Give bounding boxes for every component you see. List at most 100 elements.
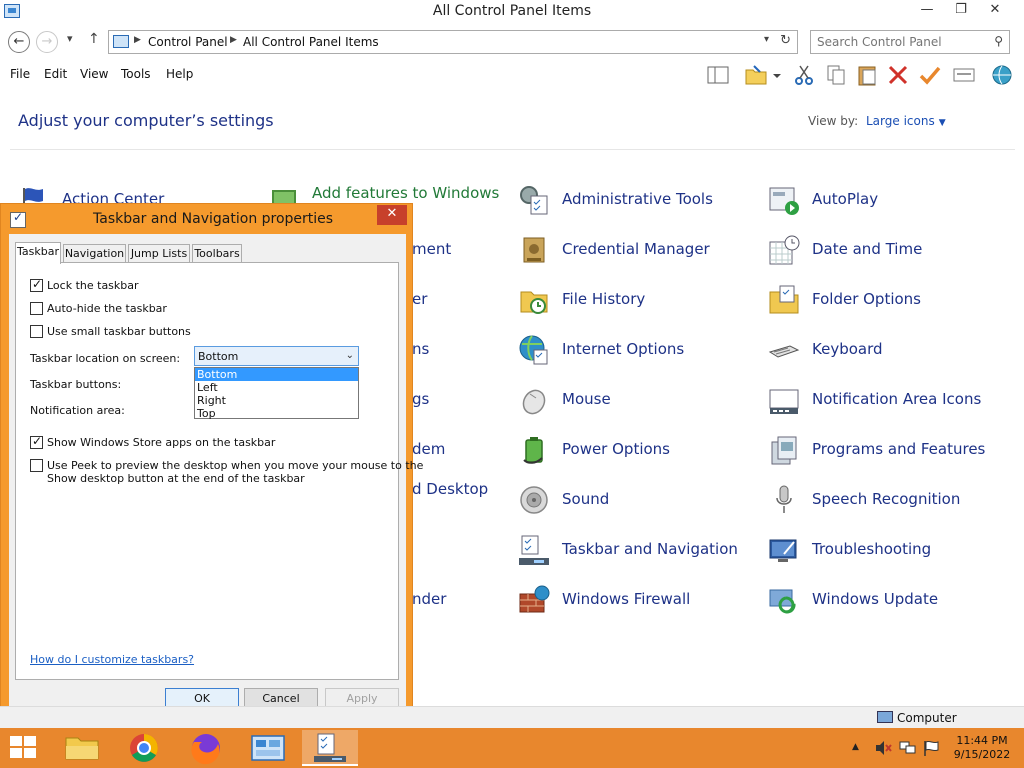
tab-jump-lists[interactable]: Jump Lists: [128, 244, 190, 263]
triangle-down-icon: ▼: [938, 118, 946, 128]
menu-help[interactable]: Help: [166, 67, 193, 81]
refresh-icon[interactable]: ↻: [780, 33, 791, 48]
view-by-value: Large icons: [866, 114, 935, 128]
dialog-body: Taskbar Navigation Jump Lists Toolbars L…: [9, 234, 423, 717]
firewall-icon: [519, 585, 550, 613]
taskbar-tab-pane: Lock the taskbar Auto-hide the taskbar U…: [15, 262, 423, 680]
item-label: Troubleshooting: [812, 540, 932, 558]
folder-options-icon: [769, 285, 799, 314]
folder-properties-icon[interactable]: [744, 64, 768, 86]
breadcrumb-separator[interactable]: ▶: [134, 35, 141, 45]
taskbar-properties-icon: [10, 210, 26, 228]
help-link[interactable]: How do I customize taskbars?: [30, 653, 194, 666]
breadcrumb-separator[interactable]: ▶: [230, 35, 237, 45]
checkmark-icon[interactable]: [918, 64, 942, 86]
forward-button[interactable]: →: [36, 31, 58, 53]
search-icon[interactable]: ⚲: [994, 34, 1003, 48]
chevron-down-icon[interactable]: [770, 64, 784, 86]
tab-taskbar[interactable]: Taskbar: [15, 242, 61, 264]
clock[interactable]: 11:44 PM 9/15/2022: [950, 734, 1014, 762]
delete-icon[interactable]: [886, 64, 910, 86]
item-label: nder: [412, 590, 447, 608]
taskbar-icon: [519, 535, 549, 565]
globe-icon: [519, 335, 548, 365]
location-select[interactable]: Bottom ⌄: [194, 346, 359, 366]
taskbar: ▲ 11:44 PM 9/15/2022: [0, 728, 1024, 768]
menu-view[interactable]: View: [80, 67, 108, 81]
taskbar-taskbar-properties[interactable]: [302, 730, 358, 766]
keyboard-icon: [768, 345, 800, 358]
menu-tools[interactable]: Tools: [121, 67, 151, 81]
tab-toolbars[interactable]: Toolbars: [192, 244, 242, 263]
item-label: Windows Firewall: [562, 590, 691, 608]
firefox-icon: [191, 734, 220, 765]
checkbox-box[interactable]: [30, 325, 43, 338]
location-label: Taskbar location on screen:: [30, 352, 181, 365]
up-button[interactable]: ↑: [88, 31, 100, 47]
status-bar: Computer: [0, 706, 1024, 728]
option-left[interactable]: Left: [195, 381, 358, 394]
window-title-bar[interactable]: All Control Panel Items — ❐ ✕: [0, 0, 1024, 24]
start-button[interactable]: [10, 736, 38, 760]
cut-icon[interactable]: [792, 64, 816, 86]
recent-locations-dropdown[interactable]: ▾: [67, 32, 73, 45]
view-by-label: View by:: [808, 114, 859, 128]
calendar-clock-icon: [769, 235, 800, 265]
properties-icon[interactable]: [952, 64, 976, 86]
restore-button[interactable]: ❐: [946, 0, 976, 22]
status-location: Computer: [897, 711, 957, 725]
option-right[interactable]: Right: [195, 394, 358, 407]
checkbox-box[interactable]: [30, 434, 43, 449]
speaker-icon: [520, 486, 548, 514]
copy-icon[interactable]: [824, 64, 848, 86]
notification-area-label: Notification area:: [30, 404, 125, 417]
breadcrumb-all-items[interactable]: All Control Panel Items: [243, 35, 379, 49]
globe-icon[interactable]: [990, 64, 1014, 86]
item-label: AutoPlay: [812, 190, 879, 208]
layout-pane-icon[interactable]: [706, 64, 730, 86]
taskbar-icon: [314, 733, 346, 762]
back-button[interactable]: ←: [8, 31, 30, 53]
address-bar[interactable]: ▶ Control Panel ▶ All Control Panel Item…: [108, 30, 798, 54]
volume-muted-icon[interactable]: [874, 740, 892, 756]
windows-logo-icon: [24, 748, 36, 758]
chevron-down-icon[interactable]: ▾: [764, 34, 769, 45]
menu-file[interactable]: File: [10, 67, 30, 81]
taskbar-chrome[interactable]: [116, 730, 172, 766]
clock-date: 9/15/2022: [953, 748, 1011, 761]
windows-logo-icon: [10, 736, 22, 746]
show-hidden-icons-button[interactable]: ▲: [852, 742, 859, 752]
checkbox-box[interactable]: [30, 277, 43, 292]
checkbox-label: Auto-hide the taskbar: [47, 302, 167, 315]
taskbar-control-panel[interactable]: [240, 730, 296, 766]
close-window-button[interactable]: ✕: [980, 0, 1010, 22]
option-bottom[interactable]: Bottom: [195, 368, 358, 381]
breadcrumb-control-panel[interactable]: Control Panel: [148, 35, 228, 49]
notification-icon: [769, 389, 799, 414]
network-icon[interactable]: [898, 740, 916, 756]
item-label: ment: [412, 240, 452, 258]
checkbox-box[interactable]: [30, 302, 43, 315]
paste-icon[interactable]: [856, 64, 880, 86]
search-input[interactable]: [817, 35, 987, 49]
option-top[interactable]: Top: [195, 407, 358, 420]
item-label: Sound: [562, 490, 610, 508]
tab-navigation[interactable]: Navigation: [63, 244, 126, 263]
search-box[interactable]: ⚲: [810, 30, 1010, 54]
item-label: er: [412, 290, 428, 308]
view-by-dropdown[interactable]: Large icons ▼: [866, 114, 946, 128]
checkbox-label-line1: Use Peek to preview the desktop when you…: [47, 459, 424, 472]
checkbox-box[interactable]: [30, 459, 43, 472]
windows-logo-icon: [24, 736, 36, 746]
dialog-close-button[interactable]: ✕: [377, 205, 407, 225]
taskbar-firefox[interactable]: [178, 730, 234, 766]
mouse-icon: [522, 389, 546, 415]
action-center-flag-icon[interactable]: [922, 740, 940, 756]
menu-edit[interactable]: Edit: [44, 67, 67, 81]
item-label: Credential Manager: [562, 240, 710, 258]
minimize-button[interactable]: —: [912, 0, 942, 22]
file-explorer-icon: [65, 737, 99, 760]
item-label: Windows Update: [812, 590, 939, 608]
battery-icon: [523, 437, 543, 464]
taskbar-file-explorer[interactable]: [54, 730, 110, 766]
